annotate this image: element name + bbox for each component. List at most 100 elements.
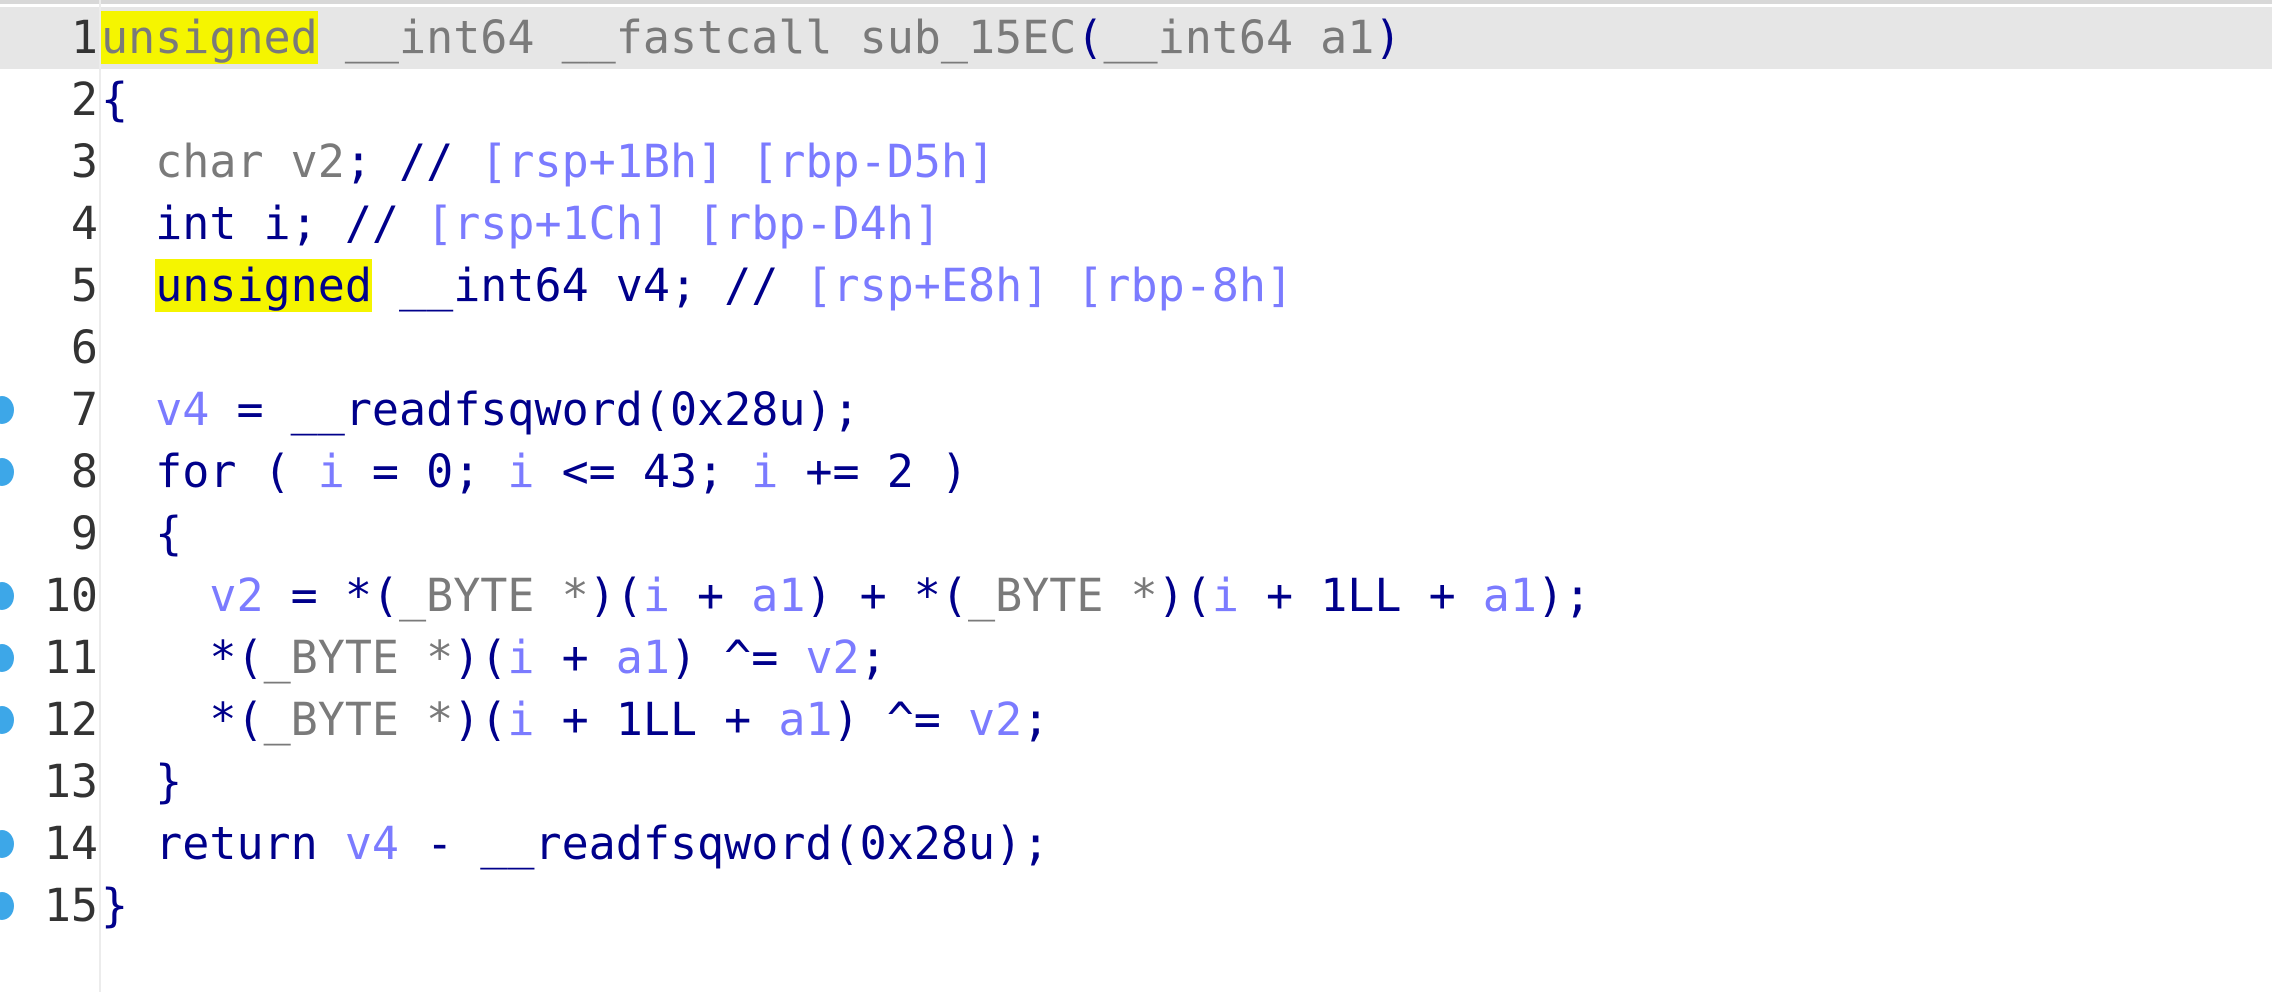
code-token: __int64 __fastcall sub_15EC <box>317 11 1077 64</box>
code-line-15[interactable]: 15} <box>0 875 2272 937</box>
code-token: _BYTE * <box>263 693 454 746</box>
code-token: int i; // <box>101 197 427 250</box>
code-token: return <box>101 817 345 870</box>
code-token: *( <box>101 631 264 684</box>
code-token: = 0; <box>344 445 508 498</box>
line-number: 2 <box>70 73 98 126</box>
code-token: v2 <box>209 569 264 622</box>
code-line-13[interactable]: 13 } <box>0 751 2272 813</box>
code-token: _BYTE * <box>968 569 1158 622</box>
line-number: 3 <box>70 135 98 188</box>
code-token: { <box>101 73 129 126</box>
code-line-4[interactable]: 4 int i; // [rsp+1Ch] [rbp-D4h] <box>0 193 2272 255</box>
code-token: )( <box>588 569 643 622</box>
code-token: + <box>669 569 752 622</box>
code-token: ; <box>859 631 887 684</box>
code-token: )( <box>453 631 508 684</box>
line-number: 4 <box>70 197 98 250</box>
code-token: a1 <box>1482 569 1537 622</box>
code-token: = *( <box>263 569 400 622</box>
code-token: a1 <box>778 693 833 746</box>
code-line-10[interactable]: 10 v2 = *(_BYTE *)(i + a1) + *(_BYTE *)(… <box>0 565 2272 627</box>
breakpoint-marker-icon[interactable] <box>0 458 14 486</box>
code-line-1[interactable]: 1 unsigned __int64 __fastcall sub_15EC(__… <box>0 7 2272 69</box>
line-number: 1 <box>70 11 98 64</box>
code-token: _BYTE * <box>399 569 589 622</box>
code-text[interactable]: } <box>101 751 182 813</box>
breakpoint-marker-icon[interactable] <box>0 582 14 610</box>
code-token: __int64 a1 <box>1103 11 1375 64</box>
code-token: i <box>751 445 779 498</box>
code-text[interactable]: v4 = __readfsqword(0x28u); <box>101 379 860 441</box>
line-number: 14 <box>43 817 98 870</box>
code-token: + <box>534 631 616 684</box>
code-line-14[interactable]: 14 return v4 - __readfsqword(0x28u); <box>0 813 2272 875</box>
code-text[interactable]: } <box>101 875 128 937</box>
code-token: unsigned <box>155 259 372 312</box>
line-number: 7 <box>70 383 98 436</box>
code-token: ); <box>1536 569 1592 622</box>
code-text[interactable]: { <box>101 69 128 131</box>
line-number: 15 <box>43 879 98 932</box>
gutter-separator <box>99 0 101 992</box>
line-number: 9 <box>70 507 98 560</box>
line-number: 10 <box>43 569 98 622</box>
code-token: i <box>317 445 345 498</box>
code-text[interactable]: for ( i = 0; i <= 43; i += 2 ) <box>101 441 968 503</box>
code-line-7[interactable]: 7 v4 = __readfsqword(0x28u); <box>0 379 2272 441</box>
code-token: + 1LL + <box>534 693 779 746</box>
code-token: // <box>371 135 481 188</box>
code-token: i <box>1211 569 1239 622</box>
breakpoint-marker-icon[interactable] <box>0 830 14 858</box>
breakpoint-marker-icon[interactable] <box>0 706 14 734</box>
code-line-5[interactable]: 5 unsigned __int64 v4; // [rsp+E8h] [rbp… <box>0 255 2272 317</box>
line-number: 6 <box>70 321 98 374</box>
code-token: char v2 <box>101 135 345 188</box>
code-token: + 1LL + <box>1238 569 1483 622</box>
code-line-2[interactable]: 2{ <box>0 69 2272 131</box>
code-line-12[interactable]: 12 *(_BYTE *)(i + 1LL + a1) ^= v2; <box>0 689 2272 751</box>
code-token: ; <box>1022 693 1050 746</box>
code-token: v4 <box>344 817 400 870</box>
breakpoint-marker-icon[interactable] <box>0 644 14 672</box>
code-token: i <box>507 631 535 684</box>
code-text[interactable]: *(_BYTE *)(i + 1LL + a1) ^= v2; <box>101 689 1049 751</box>
code-text[interactable]: *(_BYTE *)(i + a1) ^= v2; <box>101 627 887 689</box>
code-token: for ( <box>101 445 318 498</box>
code-text[interactable]: unsigned __int64 __fastcall sub_15EC(__i… <box>101 7 1401 69</box>
code-token: } <box>101 755 183 808</box>
code-text[interactable]: return v4 - __readfsqword(0x28u); <box>101 813 1049 875</box>
line-number: 5 <box>70 259 98 312</box>
code-token: a1 <box>615 631 670 684</box>
code-token: *( <box>101 693 264 746</box>
code-text[interactable]: int i; // [rsp+1Ch] [rbp-D4h] <box>101 193 941 255</box>
code-token: += 2 ) <box>778 445 968 498</box>
pseudocode-editor[interactable]: 1 unsigned __int64 __fastcall sub_15EC(__… <box>0 0 2272 992</box>
code-token: ) <box>1374 11 1402 64</box>
code-token: __int64 v4; // <box>371 259 806 312</box>
code-text[interactable]: { <box>101 503 182 565</box>
code-token: a1 <box>751 569 806 622</box>
code-token: ; <box>344 135 372 188</box>
code-line-8[interactable]: 8 for ( i = 0; i <= 43; i += 2 ) <box>0 441 2272 503</box>
code-line-11[interactable]: 11 *(_BYTE *)(i + a1) ^= v2; <box>0 627 2272 689</box>
code-text[interactable]: unsigned __int64 v4; // [rsp+E8h] [rbp-8… <box>101 255 1293 317</box>
code-text[interactable]: v2 = *(_BYTE *)(i + a1) + *(_BYTE *)(i +… <box>101 565 1591 627</box>
code-token: ( <box>1076 11 1104 64</box>
line-number: 12 <box>43 693 98 746</box>
code-token: [rsp+1Bh] [rbp-D5h] <box>480 135 996 188</box>
breakpoint-marker-icon[interactable] <box>0 396 14 424</box>
code-token: = __readfsqword(0x28u); <box>209 383 860 436</box>
code-line-9[interactable]: 9 { <box>0 503 2272 565</box>
code-token: i <box>507 445 535 498</box>
code-token: unsigned <box>101 11 318 64</box>
code-token: v2 <box>968 693 1023 746</box>
code-text[interactable]: char v2; // [rsp+1Bh] [rbp-D5h] <box>101 131 995 193</box>
code-token: v2 <box>805 631 860 684</box>
code-line-3[interactable]: 3 char v2; // [rsp+1Bh] [rbp-D5h] <box>0 131 2272 193</box>
breakpoint-marker-icon[interactable] <box>0 892 14 920</box>
code-token: i <box>507 693 535 746</box>
code-line-6[interactable]: 6 <box>0 317 2272 379</box>
code-token: _BYTE * <box>263 631 454 684</box>
